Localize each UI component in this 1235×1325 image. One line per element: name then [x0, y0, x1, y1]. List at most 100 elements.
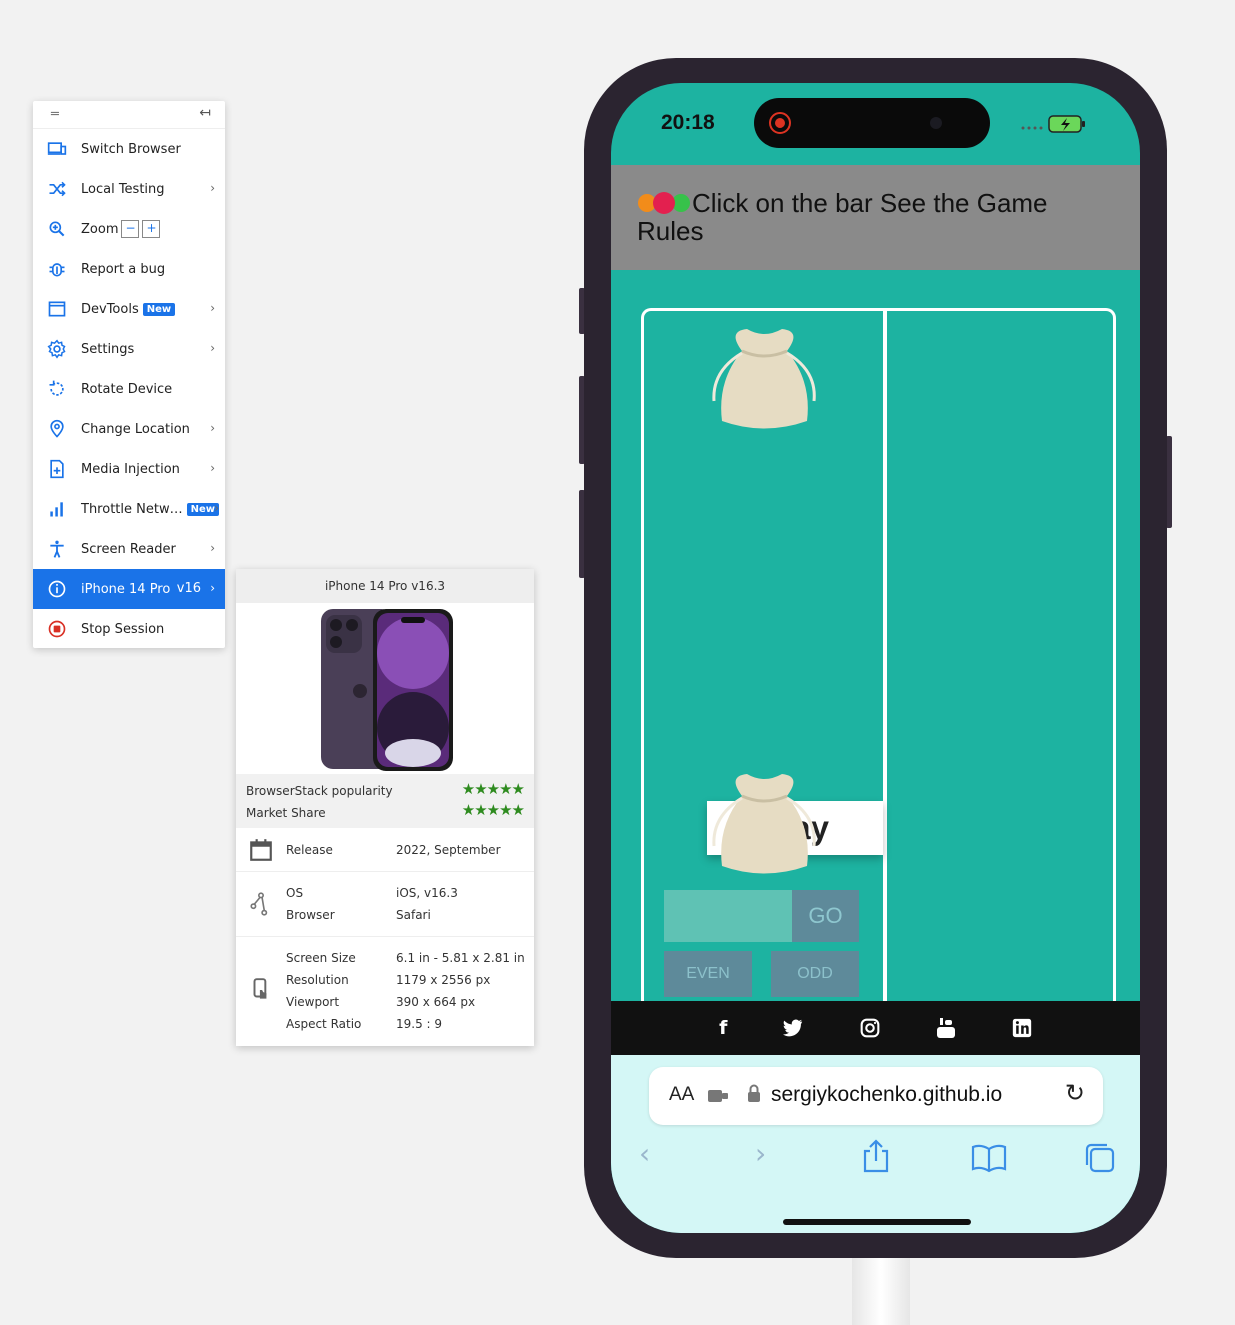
- bookmarks-icon[interactable]: [971, 1143, 1007, 1173]
- menu-item-settings[interactable]: Settings ›: [33, 329, 225, 369]
- phone-frame: 20:18 Click on the bar See the Game Rule…: [584, 58, 1167, 1258]
- popularity-stars: ★★★★★: [461, 780, 525, 798]
- menu-item-label: Screen Reader: [81, 541, 176, 557]
- menu-item-label: Zoom: [81, 221, 119, 237]
- menu-item-label: Settings: [81, 341, 135, 357]
- menu-item-zoom: Zoom − +: [33, 209, 225, 249]
- os-value: iOS, v16.3: [396, 886, 458, 900]
- youtube-icon[interactable]: [936, 1017, 956, 1039]
- chevron-right-icon: ›: [210, 181, 215, 195]
- touch-device-icon: [253, 978, 267, 999]
- menu-item-device-info[interactable]: iPhone 14 Pro v16 ›: [33, 569, 225, 609]
- menu-item-stop-session[interactable]: Stop Session: [33, 609, 225, 649]
- release-row: Release 2022, September: [236, 828, 534, 872]
- signal-bars-icon: [50, 502, 63, 517]
- viewport-value: 390 x 664 px: [396, 995, 476, 1009]
- phone-screen: 20:18 Click on the bar See the Game Rule…: [611, 83, 1140, 1233]
- menu-item-label: Report a bug: [81, 261, 166, 277]
- menu-item-change-location[interactable]: Change Location ›: [33, 409, 225, 449]
- pouch-bottom-icon[interactable]: [702, 766, 827, 886]
- menu-item-report-bug[interactable]: Report a bug: [33, 249, 225, 289]
- reload-icon[interactable]: ↻: [1065, 1079, 1085, 1107]
- facebook-icon[interactable]: f: [719, 1017, 727, 1039]
- odd-button[interactable]: ODD: [771, 951, 859, 997]
- share-icon[interactable]: [861, 1139, 891, 1173]
- accessibility-icon: [50, 540, 64, 558]
- menu-item-devtools[interactable]: DevTools New ›: [33, 289, 225, 329]
- calendar-icon: [250, 839, 272, 861]
- zoom-icon: [49, 221, 65, 237]
- menu-item-throttle-network[interactable]: Throttle Netw… New ›: [33, 489, 225, 529]
- social-footer: f: [611, 1001, 1140, 1055]
- menu-item-label: Switch Browser: [81, 141, 181, 157]
- menu-item-switch-browser[interactable]: Switch Browser: [33, 129, 225, 169]
- instagram-icon[interactable]: [860, 1018, 880, 1038]
- aspect-ratio-value: 19.5 : 9: [396, 1017, 443, 1031]
- game-rules-bar[interactable]: Click on the bar See the Game Rules: [611, 165, 1140, 270]
- browser-label: Browser: [286, 908, 335, 922]
- toolbar-menu: ═ ↤ Switch Browser Local Testing › Zoom …: [33, 101, 225, 648]
- menu-item-screen-reader[interactable]: Screen Reader ›: [33, 529, 225, 569]
- release-label: Release: [286, 843, 333, 857]
- zoom-in-button[interactable]: +: [142, 220, 161, 238]
- shuffle-icon: [49, 181, 66, 197]
- extension-icon[interactable]: [707, 1087, 729, 1105]
- menu-item-label: iPhone 14 Pro: [81, 581, 171, 597]
- record-indicator-icon: [769, 112, 942, 134]
- battery-charging-icon: [1021, 115, 1085, 133]
- menu-item-label: Rotate Device: [81, 381, 173, 397]
- screen-size-value: 6.1 in - 5.81 x 2.81 in: [396, 951, 525, 965]
- chevron-right-icon: ›: [210, 421, 215, 435]
- linkedin-icon[interactable]: [1012, 1018, 1032, 1038]
- menu-item-label: DevTools: [81, 301, 139, 317]
- new-badge: New: [142, 302, 176, 316]
- zoom-out-button[interactable]: −: [121, 220, 140, 238]
- forward-icon[interactable]: ›: [755, 1137, 766, 1170]
- chevron-right-icon: ›: [210, 461, 215, 475]
- menu-item-label: Change Location: [81, 421, 190, 437]
- menu-item-media-injection[interactable]: Media Injection ›: [33, 449, 225, 489]
- info-icon: [48, 580, 66, 598]
- menu-item-rotate-device[interactable]: Rotate Device: [33, 369, 225, 409]
- status-bar: 20:18: [611, 83, 1140, 165]
- devices-icon: [47, 142, 67, 155]
- url-text: sergiykochenko.github.io: [771, 1083, 1003, 1106]
- chevron-right-icon: ›: [210, 581, 215, 595]
- menu-item-label: Stop Session: [81, 621, 165, 637]
- status-time: 20:18: [661, 111, 715, 134]
- aspect-ratio-label: Aspect Ratio: [286, 1017, 362, 1031]
- menu-item-label: Local Testing: [81, 181, 165, 197]
- even-button[interactable]: EVEN: [664, 951, 752, 997]
- iphone-image-icon: [321, 609, 453, 771]
- release-value: 2022, September: [396, 843, 501, 857]
- tabs-icon[interactable]: [1083, 1141, 1117, 1175]
- chevron-right-icon: ›: [210, 541, 215, 555]
- menu-item-local-testing[interactable]: Local Testing ›: [33, 169, 225, 209]
- market-share-label: Market Share: [246, 806, 326, 820]
- window-icon: [48, 301, 66, 317]
- screen-size-label: Screen Size: [286, 951, 356, 965]
- home-indicator[interactable]: [783, 1219, 971, 1225]
- resolution-value: 1179 x 2556 px: [396, 973, 491, 987]
- back-icon[interactable]: ‹: [639, 1137, 650, 1170]
- game-rules-text: Click on the bar See the Game Rules: [637, 188, 1048, 246]
- chevron-right-icon: ›: [214, 501, 219, 515]
- text-size-button[interactable]: AA: [669, 1084, 694, 1106]
- collapse-icon[interactable]: ↤: [199, 105, 211, 121]
- os-row: OS iOS, v16.3 Browser Safari: [236, 872, 534, 937]
- pouch-top-icon[interactable]: [702, 321, 827, 441]
- twitter-icon[interactable]: [783, 1019, 803, 1037]
- go-button[interactable]: GO: [792, 890, 859, 942]
- charging-cable: [852, 1258, 910, 1325]
- board-divider: [883, 311, 887, 1031]
- drag-handle-icon[interactable]: ═: [51, 107, 59, 122]
- address-bar[interactable]: AA sergiykochenko.github.io ↻: [649, 1067, 1103, 1125]
- chevron-right-icon: ›: [210, 301, 215, 315]
- os-label: OS: [286, 886, 304, 900]
- guess-input[interactable]: [664, 890, 792, 942]
- dynamic-island: [754, 98, 990, 148]
- screen-row: Screen Size 6.1 in - 5.81 x 2.81 in Reso…: [236, 937, 534, 1047]
- stop-icon: [48, 620, 66, 638]
- bug-icon: [49, 263, 65, 277]
- gear-icon: [47, 339, 66, 359]
